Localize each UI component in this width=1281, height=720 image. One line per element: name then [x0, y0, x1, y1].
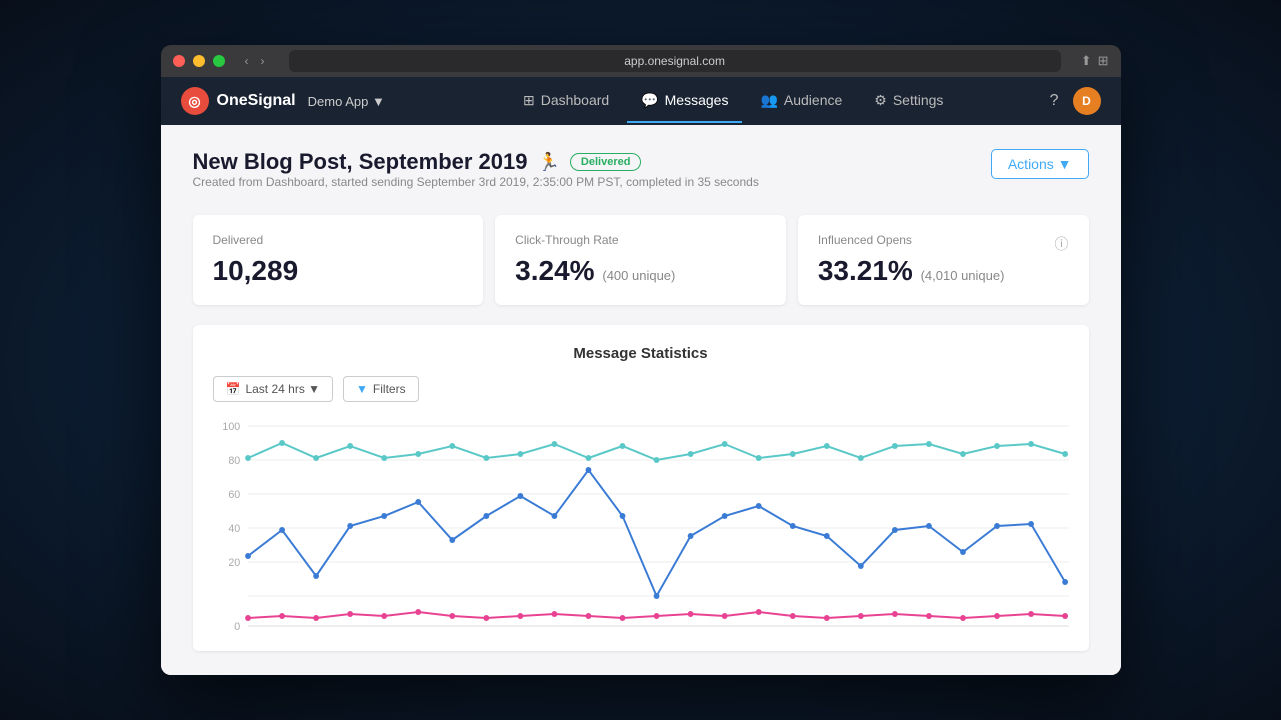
stat-influenced: Influenced Opens ⓘ 33.21% (4,010 unique)	[798, 215, 1089, 305]
nav-dashboard[interactable]: ⊞ Dashboard	[509, 80, 623, 123]
influenced-label: Influenced Opens	[818, 233, 912, 247]
page-title: New Blog Post, September 2019	[193, 149, 528, 175]
ctr-percent: 3.24%	[515, 255, 594, 286]
app-nav: ◎ OneSignal Demo App ▼ ⊞ Dashboard 💬 Mes…	[161, 77, 1121, 125]
new-tab-icon[interactable]: ⊞	[1098, 53, 1109, 69]
time-filter-label: Last 24 hrs ▼	[245, 382, 320, 396]
browser-titlebar: ‹ › app.onesignal.com ⬆ ⊞	[161, 45, 1121, 77]
page-subtitle: Created from Dashboard, started sending …	[193, 175, 759, 189]
nav-right: ? D	[1050, 87, 1101, 115]
influenced-value: 33.21% (4,010 unique)	[818, 255, 1069, 287]
calendar-icon: 📅	[226, 382, 241, 396]
influenced-percent: 33.21%	[818, 255, 913, 286]
close-dot[interactable]	[173, 55, 185, 67]
influenced-header: Influenced Opens ⓘ	[818, 233, 1069, 255]
share-icon[interactable]: ⬆	[1081, 53, 1092, 69]
forward-button[interactable]: ›	[257, 52, 269, 70]
browser-window: ‹ › app.onesignal.com ⬆ ⊞ ◎ OneSignal De…	[161, 45, 1121, 675]
page-header: New Blog Post, September 2019 🏃 Delivere…	[193, 149, 1089, 209]
logo-icon: ◎	[181, 87, 209, 115]
status-badge: Delivered	[570, 153, 642, 171]
influenced-sub: (4,010 unique)	[921, 268, 1005, 283]
nav-dashboard-label: Dashboard	[541, 92, 610, 108]
url-text: app.onesignal.com	[624, 54, 725, 68]
svg-text:80: 80	[228, 455, 240, 467]
time-filter-button[interactable]: 📅 Last 24 hrs ▼	[213, 376, 334, 402]
browser-nav: ‹ ›	[241, 52, 269, 70]
ctr-sub: (400 unique)	[602, 268, 675, 283]
chart-card: Message Statistics 📅 Last 24 hrs ▼ ▼ Fil…	[193, 325, 1089, 651]
app-selector[interactable]: Demo App ▼	[308, 94, 385, 109]
line-chart: 100 80 60 40 20 0	[213, 416, 1069, 636]
dashboard-icon: ⊞	[523, 92, 535, 109]
title-section: New Blog Post, September 2019 🏃 Delivere…	[193, 149, 759, 209]
filters-button[interactable]: ▼ Filters	[343, 376, 419, 402]
delivered-label: Delivered	[213, 233, 464, 247]
nav-messages[interactable]: 💬 Messages	[627, 80, 742, 123]
svg-text:60: 60	[228, 489, 240, 501]
help-icon[interactable]: ⓘ	[1055, 234, 1069, 254]
minimize-dot[interactable]	[193, 55, 205, 67]
delivered-value: 10,289	[213, 255, 464, 287]
settings-icon: ⚙	[874, 92, 887, 109]
ctr-label: Click-Through Rate	[515, 233, 766, 247]
browser-toolbar: ⬆ ⊞	[1081, 53, 1109, 69]
app-logo: ◎ OneSignal	[181, 87, 296, 115]
address-bar[interactable]: app.onesignal.com	[289, 50, 1061, 72]
chart-toolbar: 📅 Last 24 hrs ▼ ▼ Filters	[213, 376, 1069, 402]
browser-content: ◎ OneSignal Demo App ▼ ⊞ Dashboard 💬 Mes…	[161, 77, 1121, 675]
nav-settings-label: Settings	[893, 92, 944, 108]
audience-icon: 👥	[760, 92, 777, 109]
svg-text:20: 20	[228, 557, 240, 569]
actions-button[interactable]: Actions ▼	[991, 149, 1089, 179]
runner-icon: 🏃	[538, 152, 560, 173]
stats-row: Delivered 10,289 Click-Through Rate 3.24…	[193, 215, 1089, 305]
nav-links: ⊞ Dashboard 💬 Messages 👥 Audience ⚙ Sett…	[417, 80, 1050, 123]
maximize-dot[interactable]	[213, 55, 225, 67]
messages-icon: 💬	[641, 92, 658, 109]
chart-container: 100 80 60 40 20 0	[213, 416, 1069, 641]
nav-audience[interactable]: 👥 Audience	[746, 80, 856, 123]
logo-text: OneSignal	[217, 92, 296, 110]
svg-text:40: 40	[228, 523, 240, 535]
ctr-value: 3.24% (400 unique)	[515, 255, 766, 287]
nav-audience-label: Audience	[784, 92, 842, 108]
filters-label: Filters	[373, 382, 406, 396]
chart-title: Message Statistics	[213, 345, 1069, 362]
svg-text:0: 0	[234, 621, 240, 633]
blue-line	[248, 470, 1065, 596]
help-button[interactable]: ?	[1050, 92, 1059, 110]
filter-icon: ▼	[356, 382, 368, 396]
stat-ctr: Click-Through Rate 3.24% (400 unique)	[495, 215, 786, 305]
nav-messages-label: Messages	[665, 92, 729, 108]
main-content: New Blog Post, September 2019 🏃 Delivere…	[161, 125, 1121, 675]
page-title-row: New Blog Post, September 2019 🏃 Delivere…	[193, 149, 759, 175]
back-button[interactable]: ‹	[241, 52, 253, 70]
stat-delivered: Delivered 10,289	[193, 215, 484, 305]
svg-text:100: 100	[222, 421, 240, 433]
avatar[interactable]: D	[1073, 87, 1101, 115]
nav-settings[interactable]: ⚙ Settings	[860, 80, 957, 123]
